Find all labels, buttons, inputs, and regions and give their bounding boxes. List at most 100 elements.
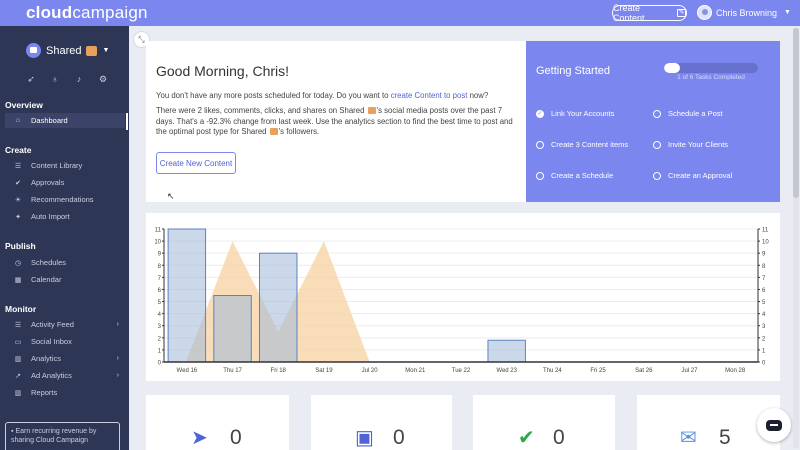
y-tick-label-left: 7 bbox=[158, 276, 162, 282]
greeting-stats-text: There were 2 likes, comments, clicks, an… bbox=[156, 106, 521, 138]
tasks-progress-bar bbox=[664, 63, 758, 73]
section-title-overview: Overview bbox=[5, 100, 43, 110]
sidebar-item-social-inbox[interactable]: ▭ Social Inbox bbox=[5, 334, 125, 349]
sidebar-item-schedules[interactable]: ◷ Schedules bbox=[5, 255, 125, 270]
line-chart-icon: ↗ bbox=[15, 372, 21, 380]
create-new-content-button[interactable]: Create New Content bbox=[156, 152, 236, 174]
getting-started-title: Getting Started bbox=[536, 65, 610, 77]
clock-icon: ◷ bbox=[14, 259, 22, 267]
scrollbar-thumb[interactable] bbox=[793, 28, 799, 198]
sidebar-item-label: Schedules bbox=[31, 258, 67, 267]
quick-actions: ➶ ♁ ♪ ⚙ bbox=[26, 74, 108, 84]
create-content-link[interactable]: create Content to post bbox=[391, 91, 468, 100]
inbox-icon: ▭ bbox=[14, 338, 22, 346]
lightbulb-icon[interactable]: ♁ bbox=[50, 74, 60, 84]
account-emoji-icon bbox=[367, 107, 376, 114]
x-tick-label: Mon 28 bbox=[725, 368, 746, 374]
circle-icon bbox=[653, 109, 661, 118]
y-tick-label-left: 0 bbox=[158, 361, 162, 367]
sidebar-item-calendar[interactable]: ▦ Calendar bbox=[5, 272, 125, 287]
chevron-right-icon: › bbox=[116, 372, 119, 379]
sidebar-item-reports[interactable]: ▥ Reports bbox=[5, 385, 125, 400]
sidebar-item-recommendations[interactable]: ☀ Recommendations bbox=[5, 192, 125, 207]
account-name: Shared bbox=[46, 44, 82, 57]
task-schedule-post[interactable]: Schedule a Post bbox=[653, 109, 723, 118]
task-link-accounts[interactable]: ✓ Link Your Accounts bbox=[536, 109, 614, 118]
lightbulb-icon: ☀ bbox=[14, 196, 22, 204]
y-tick-label-right: 6 bbox=[762, 288, 766, 294]
sidebar-item-label: Social Inbox bbox=[31, 337, 72, 346]
home-icon: ⌂ bbox=[15, 117, 21, 124]
x-tick-label: Thu 17 bbox=[223, 368, 242, 374]
chevron-right-icon: › bbox=[116, 321, 119, 328]
sidebar-item-ad-analytics[interactable]: ↗ Ad Analytics › bbox=[5, 368, 125, 383]
chevron-right-icon: › bbox=[116, 355, 119, 362]
greeting-schedule-text: You don't have any more posts scheduled … bbox=[156, 91, 521, 100]
y-tick-label-right: 1 bbox=[762, 348, 766, 354]
x-tick-label: Mon 21 bbox=[405, 368, 426, 374]
checkmark-circle-icon: ✓ bbox=[536, 109, 544, 118]
y-tick-label-right: 3 bbox=[762, 324, 766, 330]
pencil-square-icon: ✎ bbox=[677, 9, 686, 17]
sidebar-item-auto-import[interactable]: ✦ Auto Import bbox=[5, 209, 125, 224]
progress-label: 1 of 6 Tasks Completed bbox=[677, 74, 745, 81]
sidebar-item-content-library[interactable]: ☰ Content Library bbox=[5, 158, 125, 173]
greeting-text: You don't have any more posts scheduled … bbox=[156, 91, 391, 100]
chat-launcher-button[interactable] bbox=[757, 408, 791, 442]
task-create-approval[interactable]: Create an Approval bbox=[653, 171, 732, 180]
sidebar-item-label: Dashboard bbox=[31, 116, 68, 125]
sidebar-item-activity-feed[interactable]: ☰ Activity Feed › bbox=[5, 317, 125, 332]
mouse-cursor-icon: ↖ bbox=[167, 191, 175, 201]
sidebar-item-label: Approvals bbox=[31, 178, 65, 187]
calendar-icon: ▦ bbox=[14, 276, 22, 284]
sidebar-item-analytics[interactable]: ▥ Analytics › bbox=[5, 351, 125, 366]
sidebar-item-approvals[interactable]: ✔ Approvals bbox=[5, 175, 125, 190]
section-title-publish: Publish bbox=[5, 241, 36, 251]
circle-icon bbox=[536, 140, 544, 149]
account-switcher[interactable]: Shared ▼ bbox=[26, 43, 109, 58]
sidebar-item-label: Ad Analytics bbox=[31, 371, 72, 380]
x-tick-label: Jul 27 bbox=[681, 368, 698, 374]
getting-started-panel: Getting Started 1 of 6 Tasks Completed ✓… bbox=[526, 41, 780, 202]
y-tick-label-left: 6 bbox=[158, 288, 162, 294]
check-circle-icon: ✔ bbox=[15, 179, 21, 187]
sidebar-item-label: Reports bbox=[31, 388, 58, 397]
create-content-label: Create Content bbox=[613, 3, 645, 23]
account-emoji-icon bbox=[86, 45, 98, 56]
earn-revenue-banner[interactable]: ▪ Earn recurring revenue by sharing Clou… bbox=[5, 422, 120, 450]
user-menu[interactable]: Chris Browning ▼ bbox=[697, 5, 791, 20]
app-logo[interactable]: cloudcampaign bbox=[26, 3, 148, 23]
y-tick-label-left: 8 bbox=[158, 264, 162, 270]
y-tick-label-right: 0 bbox=[762, 361, 766, 367]
x-tick-label: Tue 22 bbox=[452, 368, 471, 374]
caret-down-icon: ▼ bbox=[102, 47, 110, 54]
y-tick-label-left: 4 bbox=[158, 312, 162, 318]
y-tick-label-right: 5 bbox=[762, 300, 766, 306]
x-tick-label: Thu 24 bbox=[543, 368, 562, 374]
y-tick-label-right: 9 bbox=[762, 252, 766, 258]
greeting-text: There were 2 likes, comments, clicks, an… bbox=[156, 106, 367, 115]
greeting-text: now? bbox=[467, 91, 489, 100]
stat-value: 0 bbox=[393, 426, 405, 449]
rocket-icon[interactable]: ➶ bbox=[26, 74, 36, 84]
create-content-button[interactable]: Create Content ✎ bbox=[612, 3, 687, 23]
stat-card-posts: ➤ 0 bbox=[146, 395, 289, 450]
page-scrollbar[interactable] bbox=[793, 28, 799, 448]
gear-icon[interactable]: ⚙ bbox=[98, 74, 108, 84]
task-create-schedule[interactable]: Create a Schedule bbox=[536, 171, 613, 180]
bar-chart-icon: ▥ bbox=[14, 389, 22, 397]
sidebar-item-dashboard[interactable]: ⌂ Dashboard bbox=[5, 113, 128, 130]
y-tick-label-right: 4 bbox=[762, 312, 766, 318]
x-tick-label: Wed 16 bbox=[177, 368, 198, 374]
top-bar: cloudcampaign Create Content ✎ Chris Bro… bbox=[0, 0, 800, 26]
engagement-chart-card: 0 0 1 1 2 2 3 3 4 4 5 5 6 6 7 7 8 8 9 9 10 10 11 11 Wed 16 Thu 17… bbox=[146, 213, 780, 381]
task-invite-clients[interactable]: Invite Your Clients bbox=[653, 140, 728, 149]
circle-icon bbox=[536, 171, 544, 180]
greeting-text: 's followers. bbox=[278, 127, 320, 136]
x-tick-label: Fri 18 bbox=[271, 368, 287, 374]
x-tick-label: Wed 23 bbox=[496, 368, 517, 374]
account-emoji-icon bbox=[269, 128, 278, 135]
greeting-card: Good Morning, Chris! You don't have any … bbox=[146, 41, 526, 202]
task-create-content-items[interactable]: Create 3 Content items bbox=[536, 140, 628, 149]
bell-icon[interactable]: ♪ bbox=[74, 74, 84, 84]
